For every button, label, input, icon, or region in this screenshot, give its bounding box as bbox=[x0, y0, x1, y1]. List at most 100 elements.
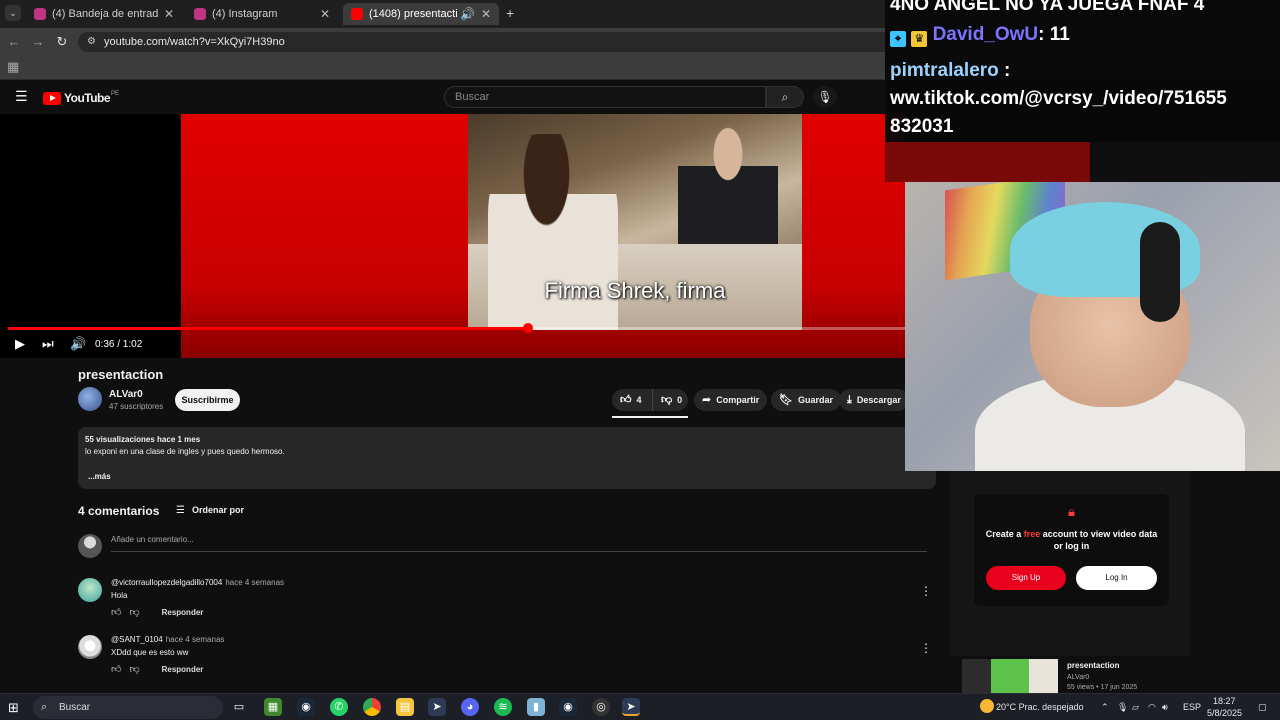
comment-text: Hola bbox=[111, 591, 128, 600]
show-more-link[interactable]: ...más bbox=[88, 472, 111, 481]
steam-icon[interactable]: ◉ bbox=[559, 698, 577, 716]
region-code: PE bbox=[111, 91, 120, 97]
progress-bar[interactable] bbox=[8, 323, 905, 333]
more-options-icon[interactable]: ⋮ bbox=[920, 584, 932, 598]
windows-start-icon[interactable]: ⊞ bbox=[8, 700, 19, 716]
network-icon[interactable]: ▱ bbox=[1132, 702, 1139, 713]
log-in-button[interactable]: Log In bbox=[1076, 566, 1157, 590]
commenter-avatar[interactable] bbox=[78, 635, 102, 659]
description-box[interactable]: 55 visualizaciones hace 1 mes lo exponi … bbox=[78, 427, 936, 489]
youtube-logo[interactable]: YouTube PE bbox=[43, 91, 119, 105]
site-info-icon[interactable]: ⚙ bbox=[87, 32, 96, 52]
reply-button[interactable]: Responder bbox=[162, 608, 204, 617]
audio-playing-icon[interactable]: 🔊 bbox=[460, 7, 475, 21]
save-button[interactable]: 🔖︎ Guardar bbox=[771, 389, 841, 411]
sort-comments-button[interactable]: ☰ Ordenar por bbox=[176, 505, 244, 516]
tray-chevron-icon[interactable]: ⌃ bbox=[1101, 702, 1109, 713]
minecraft-icon[interactable]: ▦ bbox=[264, 698, 282, 716]
sign-up-button[interactable]: Sign Up bbox=[986, 566, 1066, 590]
like-button[interactable]: 👍︎ 4 bbox=[612, 389, 652, 411]
volume-icon[interactable]: 🔊︎ bbox=[1162, 702, 1168, 713]
like-count: 4 bbox=[636, 395, 642, 405]
webcam-overlay bbox=[905, 182, 1280, 471]
chrome-icon[interactable] bbox=[363, 698, 381, 716]
language-indicator[interactable]: ESP bbox=[1183, 702, 1201, 712]
comment-author[interactable]: @SANT_0104 bbox=[111, 635, 163, 644]
tab-instagram-chats[interactable]: (4) Bandeja de entrada • Chats ✕ bbox=[26, 3, 182, 25]
add-comment-placeholder: Añade un comentario... bbox=[111, 535, 194, 544]
play-icon[interactable]: ▶ bbox=[15, 336, 25, 352]
subscribe-button[interactable]: Suscribirme bbox=[175, 389, 240, 411]
apps-grid-icon[interactable]: ▦ bbox=[7, 59, 19, 75]
file-explorer-icon[interactable]: ▤ bbox=[396, 698, 414, 716]
next-icon[interactable]: ⏭ bbox=[42, 336, 54, 352]
new-tab-icon[interactable]: + bbox=[506, 5, 514, 21]
wifi-icon[interactable]: ◠ bbox=[1148, 702, 1156, 713]
notifications-icon[interactable]: ▢ bbox=[1258, 702, 1267, 713]
view-count-date: 55 visualizaciones hace 1 mes bbox=[85, 435, 201, 444]
add-comment-input[interactable]: Añade un comentario... bbox=[111, 535, 927, 552]
discord-icon[interactable]: ◕ bbox=[461, 698, 479, 716]
instagram-icon bbox=[34, 8, 46, 20]
reload-icon[interactable]: ↻ bbox=[54, 34, 70, 50]
dislike-button[interactable]: 👎︎ 0 bbox=[652, 389, 688, 411]
comment-author[interactable]: @victorraullopezdelgadillo7004 bbox=[111, 578, 222, 587]
commenter-avatar[interactable] bbox=[78, 578, 102, 602]
youtube-logo-text: YouTube bbox=[64, 91, 111, 105]
obs-icon[interactable]: ◎ bbox=[592, 698, 610, 716]
tab-instagram[interactable]: (4) Instagram ✕ bbox=[186, 3, 338, 25]
thumbs-up-icon[interactable]: 👍︎ bbox=[111, 606, 121, 618]
thumbs-up-icon: 👍︎ bbox=[620, 394, 632, 406]
thumbs-up-icon[interactable]: 👍︎ bbox=[111, 663, 121, 675]
comment-header: @SANT_0104 hace 4 semanas bbox=[111, 635, 224, 644]
whatsapp-icon[interactable]: ✆ bbox=[330, 698, 348, 716]
spotify-icon[interactable]: ≋ bbox=[494, 698, 512, 716]
thumbs-down-icon[interactable]: 👎︎ bbox=[129, 663, 139, 675]
tab-youtube[interactable]: (1408) presentaction - YouT 🔊 ✕ bbox=[343, 3, 499, 25]
close-tab-icon[interactable]: ✕ bbox=[164, 7, 174, 21]
menu-icon[interactable]: ☰ bbox=[15, 88, 28, 105]
chat-text: ww.tiktok.com/@vcrsy_/video/751655 bbox=[890, 88, 1227, 109]
comment-time[interactable]: hace 4 semanas bbox=[225, 578, 284, 587]
app-icon[interactable]: ➤ bbox=[428, 698, 446, 716]
login-prompt: 🔒︎ Create a free account to view video d… bbox=[974, 494, 1169, 606]
volume-icon[interactable]: 🔊 bbox=[70, 336, 86, 352]
download-icon: ⤓ bbox=[847, 394, 852, 406]
address-bar[interactable]: ⚙ youtube.com/watch?v=XkQyi7H39no bbox=[78, 32, 898, 52]
app-icon[interactable]: ➤ bbox=[622, 698, 640, 716]
clock-time[interactable]: 18:27 bbox=[1213, 696, 1236, 706]
search-input[interactable]: Buscar bbox=[444, 86, 766, 108]
channel-avatar[interactable] bbox=[78, 387, 102, 411]
taskbar-search[interactable]: ⌕ Buscar bbox=[33, 696, 223, 719]
download-button[interactable]: ⤓ Descargar bbox=[839, 389, 909, 411]
reply-button[interactable]: Responder bbox=[162, 665, 204, 674]
bookmark-icon: 🔖︎ bbox=[779, 394, 793, 406]
share-button[interactable]: ➦ Compartir bbox=[694, 389, 768, 411]
notes-icon[interactable]: ▮ bbox=[527, 698, 545, 716]
chat-text: : 11 bbox=[1038, 24, 1070, 45]
more-options-icon[interactable]: ⋮ bbox=[920, 641, 932, 655]
close-tab-icon[interactable]: ✕ bbox=[320, 7, 330, 21]
voice-search-button[interactable]: 🎙 bbox=[813, 86, 837, 108]
back-icon[interactable]: ← bbox=[6, 34, 22, 49]
related-video[interactable]: presentaction ALVar0 55 views • 17 jun 2… bbox=[962, 659, 1190, 693]
weather-text[interactable]: 20°C Prac. despejado bbox=[996, 702, 1084, 712]
forward-icon[interactable]: → bbox=[30, 34, 46, 49]
search-button[interactable]: ⌕ bbox=[766, 86, 804, 108]
thumbs-down-icon[interactable]: 👎︎ bbox=[129, 606, 139, 618]
close-tab-icon[interactable]: ✕ bbox=[481, 7, 491, 21]
tab-title: (1408) presentaction - YouT bbox=[369, 8, 458, 20]
clock-date[interactable]: 5/8/2025 bbox=[1207, 708, 1242, 718]
tab-search-icon[interactable]: ⌄ bbox=[5, 5, 21, 21]
channel-name[interactable]: ALVar0 bbox=[109, 389, 143, 400]
url-text: youtube.com/watch?v=XkQyi7H39no bbox=[104, 36, 285, 48]
subscriber-count: 47 suscriptores bbox=[109, 402, 164, 411]
sort-icon: ☰ bbox=[176, 505, 185, 516]
video-title: presentaction bbox=[78, 367, 164, 382]
comment-time[interactable]: hace 4 semanas bbox=[166, 635, 225, 644]
task-view-icon[interactable]: ▭ bbox=[230, 698, 248, 716]
mic-icon[interactable]: 🎙︎ bbox=[1117, 702, 1128, 713]
video-player[interactable]: Firma Shrek, firma ▶ ⏭ 🔊 0:36 / 1:02 bbox=[0, 114, 905, 358]
search-icon: ⌕ bbox=[781, 90, 789, 104]
steam-icon[interactable]: ◉ bbox=[297, 698, 315, 716]
